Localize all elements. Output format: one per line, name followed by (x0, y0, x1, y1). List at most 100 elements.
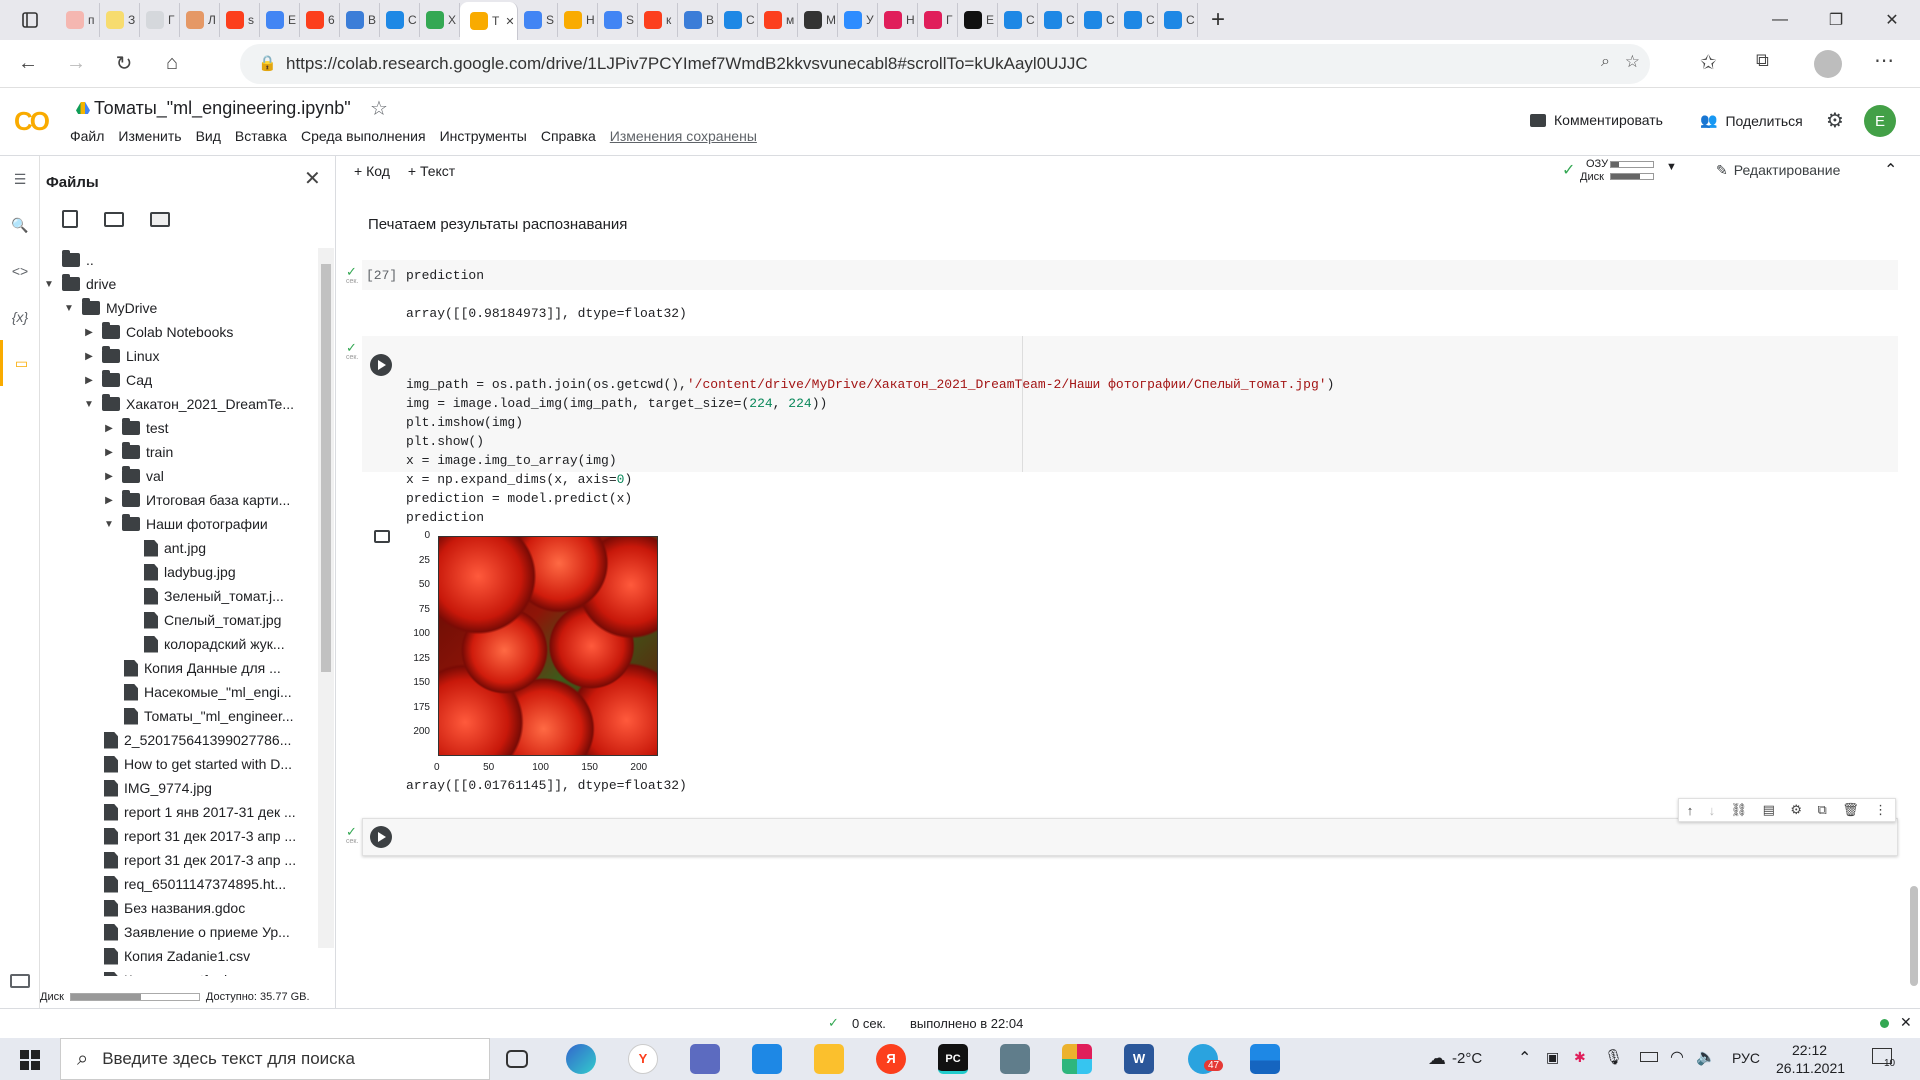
chevron-down-icon[interactable]: ▼ (1666, 161, 1677, 173)
browser-tab[interactable]: У (838, 3, 878, 37)
volume-icon[interactable]: 🔈 (1696, 1047, 1716, 1067)
browser-tab[interactable]: п (60, 3, 100, 37)
file-item[interactable]: Спелый_томат.jpg (40, 608, 318, 632)
upload-file-icon[interactable] (62, 210, 78, 228)
link-icon[interactable]: ⛓ (1731, 802, 1748, 818)
favorite-star-icon[interactable]: ☆ (1625, 52, 1640, 72)
file-item[interactable]: колорадский жук... (40, 632, 318, 656)
delete-cell-icon[interactable]: 🗑 (1842, 802, 1859, 818)
browser-tab[interactable]: С (718, 3, 758, 37)
browser-tab[interactable]: Е (958, 3, 998, 37)
yandex-browser-icon[interactable]: Y (628, 1044, 658, 1074)
browser-menu-icon[interactable]: ⋯ (1874, 48, 1894, 73)
file-item[interactable]: report 1 янв 2017-31 дек ... (40, 800, 318, 824)
close-tab-icon[interactable]: ✕ (505, 15, 514, 28)
code-snippets-icon[interactable]: <> (0, 248, 40, 294)
tree-caret-icon[interactable]: ▶ (102, 423, 116, 434)
tree-caret-icon[interactable]: ▶ (102, 471, 116, 482)
tree-caret-icon[interactable]: ▼ (102, 519, 116, 530)
status-close-icon[interactable]: ✕ (1900, 1014, 1912, 1031)
browser-tab[interactable]: S (518, 3, 558, 37)
folder-item[interactable]: ▶ val (40, 464, 318, 488)
close-window-button[interactable]: ✕ (1864, 0, 1920, 40)
cell2-run-button[interactable] (370, 354, 392, 376)
tree-caret-icon[interactable]: ▶ (82, 375, 96, 386)
cell3-run-button[interactable] (370, 826, 392, 848)
word-icon[interactable]: W (1124, 1044, 1154, 1074)
taskbar-search[interactable]: ⌕ Введите здесь текст для поиска (60, 1038, 490, 1080)
file-item[interactable]: Без названия.gdoc (40, 896, 318, 920)
browser-tab[interactable]: X (420, 3, 460, 37)
browser-tab[interactable]: Т ✕ (460, 2, 518, 40)
slack-icon[interactable] (1062, 1044, 1092, 1074)
browser-tab[interactable]: Л (180, 3, 220, 37)
menu-item[interactable]: Среда выполнения (301, 128, 426, 144)
browser-tab[interactable]: С (380, 3, 420, 37)
browser-tab[interactable]: С (998, 3, 1038, 37)
add-code-button[interactable]: + Код (354, 163, 390, 179)
file-item[interactable]: Копия Данные для ... (40, 656, 318, 680)
move-up-icon[interactable]: ↑ (1687, 803, 1694, 818)
menu-item[interactable]: Файл (70, 128, 104, 144)
collapse-chevron-icon[interactable]: ⌃ (1884, 160, 1897, 180)
comment-button[interactable]: Комментировать (1530, 112, 1663, 128)
mount-drive-icon[interactable] (150, 212, 170, 227)
back-button[interactable]: ← (8, 44, 48, 84)
collections-icon[interactable]: ⧉ (1756, 50, 1769, 71)
file-item[interactable]: 2_520175641399027786... (40, 728, 318, 752)
close-panel-icon[interactable]: ✕ (304, 166, 321, 191)
calendar-icon[interactable] (752, 1044, 782, 1074)
folder-item[interactable]: ▼ MyDrive (40, 296, 318, 320)
saved-status[interactable]: Изменения сохранены (610, 128, 757, 144)
pycharm-icon[interactable]: PC (938, 1044, 968, 1074)
menu-item[interactable]: Вставка (235, 128, 287, 144)
variables-icon[interactable]: {x} (0, 294, 40, 340)
browser-tab[interactable]: С (1118, 3, 1158, 37)
browser-tab[interactable]: к (638, 3, 678, 37)
maximize-button[interactable]: ❐ (1808, 0, 1864, 40)
browser-tab[interactable]: З (100, 3, 140, 37)
browser-tab[interactable]: s (220, 3, 260, 37)
folder-item[interactable]: ▼ drive (40, 272, 318, 296)
folder-item[interactable]: ▶ test (40, 416, 318, 440)
folder-item[interactable]: ▶ train (40, 440, 318, 464)
tree-caret-icon[interactable]: ▼ (62, 303, 76, 314)
file-item[interactable]: Насекомые_"ml_engi... (40, 680, 318, 704)
file-item[interactable]: How to get started with D... (40, 752, 318, 776)
terminal-icon[interactable] (10, 974, 30, 988)
tree-caret-icon[interactable]: ▶ (102, 495, 116, 506)
file-item[interactable]: IMG_9774.jpg (40, 776, 318, 800)
tray-app2-icon[interactable]: ✱ (1574, 1049, 1586, 1066)
settings-gear-icon[interactable]: ⚙ (1826, 108, 1844, 133)
colab-logo[interactable]: CO (14, 106, 50, 137)
file-explorer-icon[interactable] (814, 1044, 844, 1074)
browser-tab[interactable]: С (1078, 3, 1118, 37)
browser-tab[interactable]: В (340, 3, 380, 37)
folder-item[interactable]: ▶ Сад (40, 368, 318, 392)
tree-caret-icon[interactable]: ▶ (82, 351, 96, 362)
file-item[interactable]: Копия Zadanie1.csv (40, 944, 318, 968)
file-item[interactable]: Томаты_"ml_engineer... (40, 704, 318, 728)
menu-item[interactable]: Справка (541, 128, 596, 144)
folder-item[interactable]: ▼ Хакатон_2021_DreamTe... (40, 392, 318, 416)
tree-caret-icon[interactable]: ▼ (42, 279, 56, 290)
browser-tab[interactable]: Г (918, 3, 958, 37)
empty-code-cell[interactable] (362, 818, 1898, 856)
folder-item[interactable]: ▶ Linux (40, 344, 318, 368)
minimize-button[interactable]: — (1752, 0, 1808, 40)
new-folder-icon[interactable] (104, 212, 124, 227)
profile-avatar[interactable] (1814, 50, 1842, 78)
share-button[interactable]: 👥 Поделиться (1700, 112, 1803, 129)
toc-icon[interactable]: ☰ (0, 156, 40, 202)
browser-tab[interactable]: м (758, 3, 798, 37)
new-tab-button[interactable]: + (1198, 6, 1238, 34)
browser-tab[interactable]: В (678, 3, 718, 37)
file-item[interactable]: req_65011147374895.ht... (40, 872, 318, 896)
file-item[interactable]: ant.jpg (40, 536, 318, 560)
browser-tab[interactable]: Г (140, 3, 180, 37)
tray-chevron-icon[interactable]: ⌃ (1518, 1048, 1531, 1068)
forward-button[interactable]: → (56, 44, 96, 84)
browser-tab[interactable]: С (1038, 3, 1078, 37)
notebook-title[interactable]: Томаты_"ml_engineering.ipynb" (94, 98, 351, 119)
editing-mode-button[interactable]: ✎ Редактирование (1716, 162, 1840, 179)
